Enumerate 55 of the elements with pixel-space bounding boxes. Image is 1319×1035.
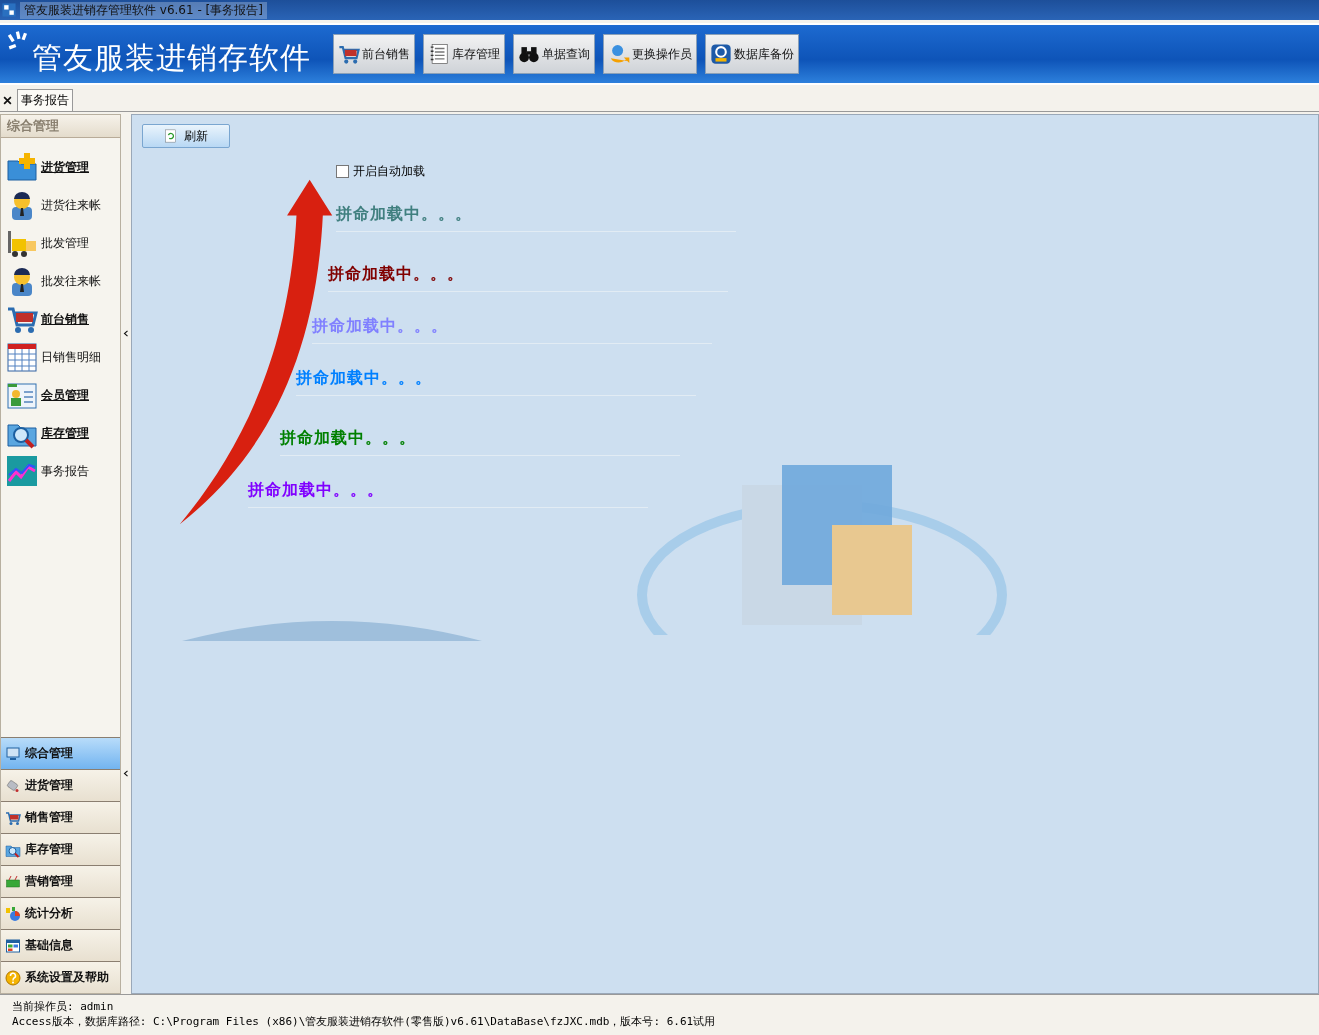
section-button[interactable]: 营销管理: [1, 865, 120, 897]
toolbar-button[interactable]: 单据查询: [513, 34, 595, 74]
sidebar-item[interactable]: 前台销售: [41, 310, 89, 328]
loading-text: 拼命加载中。。。: [328, 264, 728, 292]
chevron-left-icon: [123, 769, 129, 778]
loading-text: 拼命加载中。。。: [248, 480, 648, 508]
section-button[interactable]: 统计分析: [1, 897, 120, 929]
sidebar-item[interactable]: 批发管理: [41, 234, 89, 252]
tab[interactable]: 事务报告: [17, 89, 73, 111]
loading-text: 拼命加载中。。。: [280, 428, 680, 456]
section-button[interactable]: 进货管理: [1, 769, 120, 801]
section-button[interactable]: 综合管理: [1, 737, 120, 769]
grid-icon: [5, 937, 21, 954]
loading-text: 拼命加载中。。。: [336, 204, 736, 232]
section-button[interactable]: 销售管理: [1, 801, 120, 833]
sidebar-item[interactable]: 库存管理: [41, 424, 89, 442]
person-swap-icon: [608, 43, 630, 65]
chevron-left-icon: [123, 329, 129, 338]
sidebar-item[interactable]: 日销售明细: [41, 348, 101, 366]
status-text: Access版本，数据库路径: C:\Program Files (x86)\管友服装进销存软件(零售版)v6.61\DataBase\fzJXC.mdb，版本号: 6.61试用: [12, 1014, 717, 1029]
close-icon: [3, 96, 12, 105]
status-text: 当前操作员: admin: [12, 999, 115, 1014]
notebook-icon: [428, 43, 450, 65]
box-icon: [5, 873, 21, 890]
loading-text: 拼命加载中。。。: [312, 316, 712, 344]
window-title: 管友服装进销存管理软件 v6.61 - [事务报告]: [20, 1, 267, 19]
sidebar-item[interactable]: 批发往来帐: [41, 272, 101, 290]
line-chart-icon: [6, 455, 38, 487]
sidebar-item[interactable]: 进货往来帐: [41, 196, 101, 214]
refresh-button[interactable]: 刷新: [142, 124, 230, 148]
toolbar-button[interactable]: 库存管理: [423, 34, 505, 74]
toolbar-button[interactable]: 前台销售: [333, 34, 415, 74]
app-icon: [2, 3, 16, 17]
sidebar-item[interactable]: 会员管理: [41, 386, 89, 404]
section-button[interactable]: 系统设置及帮助: [1, 961, 120, 993]
pie-chart-icon: [5, 905, 21, 922]
sidebar-item[interactable]: 进货管理: [41, 158, 89, 176]
checkbox-label: 开启自动加载: [353, 163, 425, 180]
help-icon: [5, 969, 21, 986]
checkbox[interactable]: [336, 165, 349, 178]
toolbar-button[interactable]: 更换操作员: [603, 34, 697, 74]
cart-icon: [5, 809, 21, 826]
calendar-icon: [6, 341, 38, 373]
panel-title: 综合管理: [1, 115, 120, 138]
folder-plus-icon: [6, 151, 38, 183]
loading-text: 拼命加载中。。。: [296, 368, 696, 396]
database-icon: [710, 43, 732, 65]
refresh-icon: [164, 129, 178, 143]
toolbar-button[interactable]: 数据库备份: [705, 34, 799, 74]
app-logo: 管友服装进销存软件: [32, 38, 311, 77]
monitor-icon: [5, 745, 21, 762]
sidebar-item[interactable]: 事务报告: [41, 462, 89, 480]
cart-icon: [338, 43, 360, 65]
section-button[interactable]: 基础信息: [1, 929, 120, 961]
section-button[interactable]: 库存管理: [1, 833, 120, 865]
